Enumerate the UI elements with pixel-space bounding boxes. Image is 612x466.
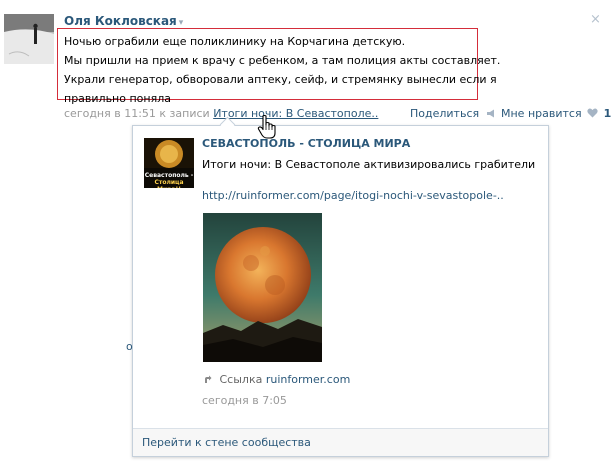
post-text-line: правильно поняла xyxy=(64,92,171,105)
like-label: Мне нравится xyxy=(501,107,582,120)
chevron-down-icon[interactable]: ▾ xyxy=(179,18,184,28)
obscured-text-fragment: о xyxy=(126,340,133,353)
share-button[interactable]: Поделиться xyxy=(410,107,496,120)
link-source-row[interactable]: Ссылка ruinformer.com xyxy=(204,373,350,386)
go-to-community-wall-link[interactable]: Перейти к стене сообщества xyxy=(142,436,311,449)
article-image[interactable] xyxy=(203,213,322,362)
link-label: Ссылка xyxy=(219,373,263,386)
share-label: Поделиться xyxy=(410,107,480,120)
link-domain[interactable]: ruinformer.com xyxy=(266,373,350,386)
link-preview-popup xyxy=(132,125,549,457)
close-icon[interactable]: × xyxy=(590,12,601,27)
author-avatar[interactable] xyxy=(4,14,54,64)
group-avatar-title: Севастополь - xyxy=(144,172,194,179)
post-text-highlight: Ночью ограбили еще поликлинику на Корчаг… xyxy=(57,28,501,105)
megaphone-icon xyxy=(482,107,496,120)
hand-cursor-icon xyxy=(256,114,278,140)
like-count: 1 xyxy=(603,107,612,120)
group-post-text: Итоги ночи: В Севастополе активизировали… xyxy=(202,158,536,171)
post-timestamp: сегодня в 11:51 к записи xyxy=(64,107,210,120)
post-meta: сегодня в 11:51 к записи Итоги ночи: В С… xyxy=(64,107,378,120)
post-text-line: Мы пришли на прием к врачу с ребенком, а… xyxy=(64,54,501,67)
link-arrow-icon xyxy=(204,373,216,386)
author-name[interactable]: Оля Кокловская xyxy=(64,14,177,28)
post-text-line: Ночью ограбили еще поликлинику на Корчаг… xyxy=(64,35,406,48)
article-url-link[interactable]: http://ruinformer.com/page/itogi-nochi-v… xyxy=(202,189,504,202)
source-post-link[interactable]: Итоги ночи: В Севастополе.. xyxy=(213,107,378,120)
post-author[interactable]: Оля Кокловская ▾ xyxy=(64,14,183,28)
group-name-link[interactable]: СЕВАСТОПОЛЬ - СТОЛИЦА МИРА xyxy=(202,137,410,150)
group-post-time[interactable]: сегодня в 7:05 xyxy=(202,394,287,407)
like-button[interactable]: Мне нравится 1 xyxy=(501,107,611,120)
group-avatar[interactable]: Севастополь - Столица Мира!! xyxy=(144,138,194,188)
heart-icon xyxy=(584,107,602,120)
group-avatar-subtitle: Столица Мира!! xyxy=(154,179,184,188)
post-text-line: Украли генератор, обворовали аптеку, сей… xyxy=(64,73,497,86)
